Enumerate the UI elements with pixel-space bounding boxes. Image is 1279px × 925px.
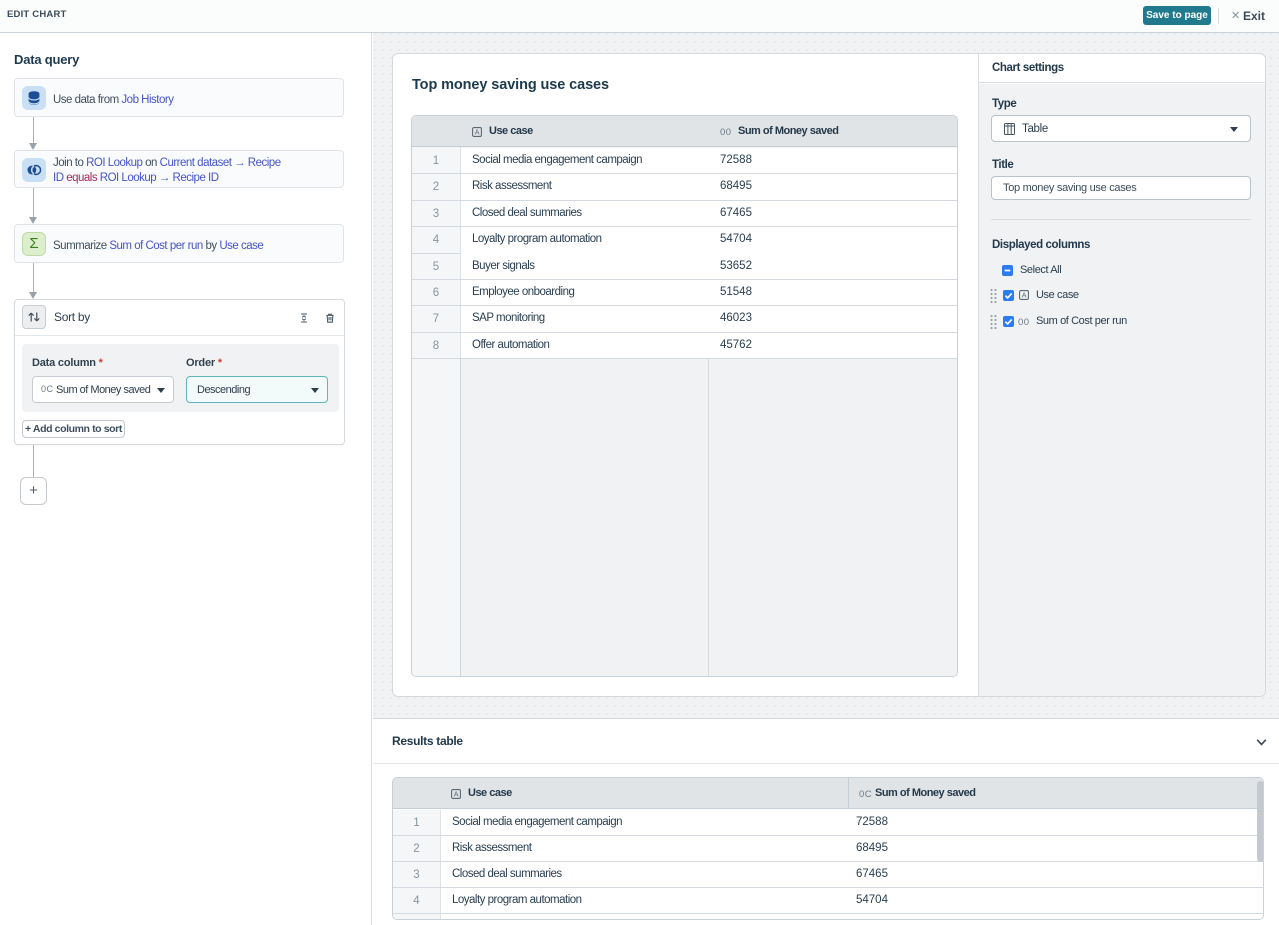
svg-text:A: A (454, 791, 459, 799)
svg-text:A: A (1022, 292, 1027, 300)
svg-text:A: A (475, 129, 480, 137)
